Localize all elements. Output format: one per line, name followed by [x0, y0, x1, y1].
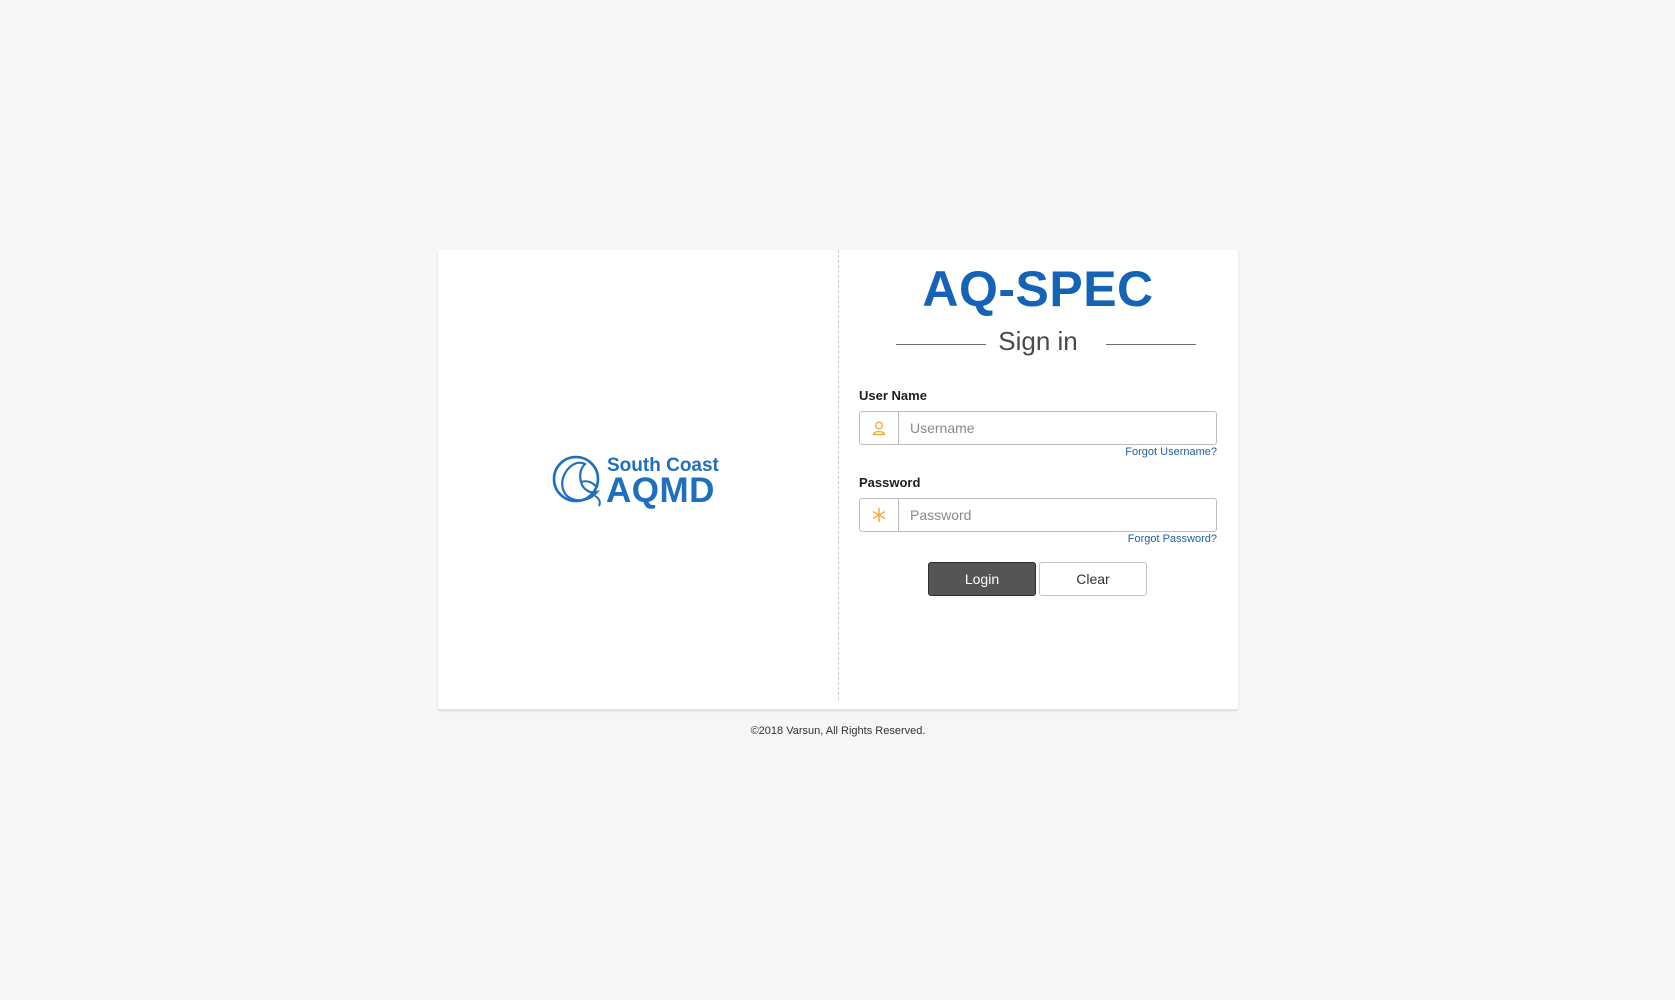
sign-in-pane: AQ-SPEC Sign in User Name Forgot Usernam…: [859, 250, 1220, 709]
copyright-footer: ©2018 Varsun, All Rights Reserved.: [750, 725, 926, 737]
asterisk-icon: [860, 499, 899, 531]
user-icon: [860, 412, 899, 444]
sign-in-title: Sign in: [998, 326, 1078, 356]
heading-rule-right: [1106, 344, 1196, 345]
branding-pane: South Coast AQMD: [438, 250, 838, 709]
clear-button[interactable]: Clear: [1039, 562, 1147, 596]
aqmd-emblem-icon: [552, 455, 601, 507]
app-title: AQ-SPEC: [922, 261, 1154, 317]
logo-text-aqmd: AQMD: [606, 471, 715, 510]
username-input-group: [859, 411, 1220, 445]
south-coast-aqmd-logo: South Coast AQMD: [551, 452, 731, 510]
password-input[interactable]: [899, 499, 1220, 531]
password-input-group: [859, 498, 1220, 532]
password-label: Password: [859, 475, 921, 490]
username-label: User Name: [859, 388, 927, 403]
login-card: South Coast AQMD AQ-SPEC Sign in User Na…: [438, 250, 1238, 710]
forgot-username-link[interactable]: Forgot Username?: [1125, 446, 1217, 458]
forgot-password-link[interactable]: Forgot Password?: [1128, 533, 1217, 545]
pane-divider: [838, 250, 839, 700]
sign-in-heading: Sign in: [859, 326, 1217, 360]
username-input[interactable]: [899, 412, 1220, 444]
login-button[interactable]: Login: [928, 562, 1036, 596]
